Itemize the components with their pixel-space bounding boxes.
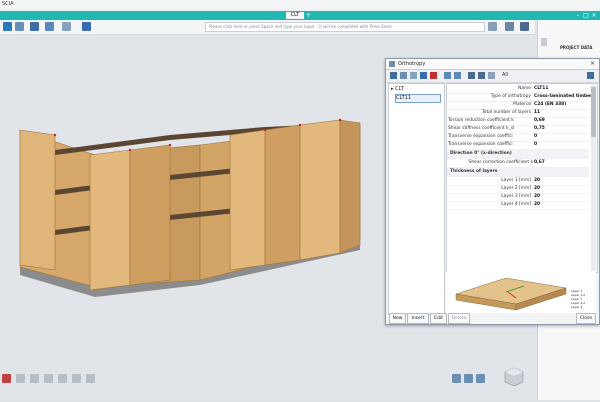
title-bar: SCIA — [0, 0, 600, 9]
structure-icon[interactable] — [30, 22, 39, 31]
snap-icon[interactable] — [16, 374, 25, 383]
units-icon[interactable] — [488, 22, 497, 31]
navigation-controls — [452, 372, 494, 384]
prop-layer-4[interactable]: Layer 4 [mm] 20 — [447, 201, 589, 210]
add-tab-button[interactable]: + — [306, 12, 311, 19]
project-data-header: PROJECT DATA — [560, 45, 593, 50]
model-icon[interactable] — [45, 22, 54, 31]
dialog-app-icon — [389, 61, 395, 67]
delete-button[interactable]: Delete — [448, 313, 470, 324]
property-grid: Name CLT11 Type of orthotropy Cross-lamina… — [446, 83, 598, 273]
zoom-icon[interactable] — [452, 374, 461, 383]
pan-icon[interactable] — [464, 374, 473, 383]
close-dialog-button[interactable]: Close — [576, 313, 596, 324]
tree-item-clt[interactable]: ▸ CLT — [391, 86, 404, 93]
tree-item-clt11[interactable]: CLT11 — [395, 94, 441, 103]
dialog-toolbar: All — [386, 70, 599, 83]
delete-icon[interactable] — [430, 72, 437, 79]
tab-strip: CLT + — [0, 11, 600, 20]
dialog-close-icon[interactable]: × — [590, 60, 595, 67]
ortho-icon[interactable] — [44, 374, 53, 383]
save-icon[interactable] — [468, 72, 475, 79]
print-icon[interactable] — [478, 72, 485, 79]
grid-icon[interactable] — [30, 374, 39, 383]
section-direction[interactable]: Direction 0° (x-direction) — [447, 150, 589, 159]
display-icon[interactable] — [62, 22, 71, 31]
edit-icon[interactable] — [420, 72, 427, 79]
export-icon[interactable] — [488, 72, 495, 79]
dialog-title: Orthotropy — [398, 61, 426, 67]
dialog-buttons: New Insert Edit Delete Close — [386, 312, 599, 324]
render-icon[interactable] — [86, 374, 95, 383]
insert-button[interactable]: Insert — [407, 313, 429, 324]
view-cube[interactable] — [503, 366, 525, 388]
window-controls: – □ × — [574, 11, 600, 20]
undo-icon[interactable] — [444, 72, 451, 79]
new-icon[interactable] — [390, 72, 397, 79]
maximize-button[interactable]: □ — [582, 11, 590, 20]
minimize-button[interactable]: – — [574, 11, 582, 20]
view-icon[interactable] — [15, 22, 24, 31]
tab-project[interactable]: CLT — [286, 12, 304, 19]
undo-icon[interactable] — [3, 22, 12, 31]
preview-label-layer-4: Layer 4 — [571, 305, 582, 309]
prop-shear-correction[interactable]: Shear correction coefficient k 0,67 — [447, 159, 589, 168]
scroll-thumb[interactable] — [591, 87, 596, 137]
panel-icon[interactable] — [541, 38, 547, 46]
paste-icon[interactable] — [410, 72, 417, 79]
clt-preview: Layer 1 Layer 1,2 Layer 7 Layer 2,2 Laye… — [446, 272, 596, 313]
orthotropy-tree: ▸ CLT CLT11 — [388, 83, 445, 315]
new-button[interactable]: New — [389, 313, 406, 324]
property-scrollbar[interactable] — [591, 85, 596, 271]
command-line-input[interactable]: Please click here or press Space and typ… — [205, 22, 485, 32]
filter-icon[interactable] — [587, 72, 594, 79]
app-title: SCIA — [2, 1, 14, 7]
clt-panel-illustration: Layer 1 Layer 1,2 Layer 7 Layer 2,2 Laye… — [446, 272, 596, 313]
layers-icon[interactable] — [58, 374, 67, 383]
bottom-toolbar — [0, 372, 200, 384]
section-thickness[interactable]: Thickness of layers — [447, 168, 589, 177]
dialog-titlebar: Orthotropy × — [386, 59, 599, 70]
redo-icon[interactable] — [454, 72, 461, 79]
filter-select[interactable]: All — [502, 72, 508, 78]
rotate-icon[interactable] — [476, 374, 485, 383]
help-icon[interactable] — [520, 22, 529, 31]
edit-button[interactable]: Edit — [430, 313, 447, 324]
filter-icon[interactable] — [72, 374, 81, 383]
results-icon[interactable] — [82, 22, 91, 31]
close-button[interactable]: × — [590, 11, 598, 20]
settings-icon[interactable] — [505, 22, 514, 31]
prop-transverse-2[interactable]: Transverse expansion coeffici 0 — [447, 141, 589, 150]
selection-icon[interactable] — [2, 374, 11, 383]
copy-icon[interactable] — [400, 72, 407, 79]
orthotropy-dialog: Orthotropy × All ▸ CLT CLT11 Name CLT11 T… — [385, 58, 600, 325]
